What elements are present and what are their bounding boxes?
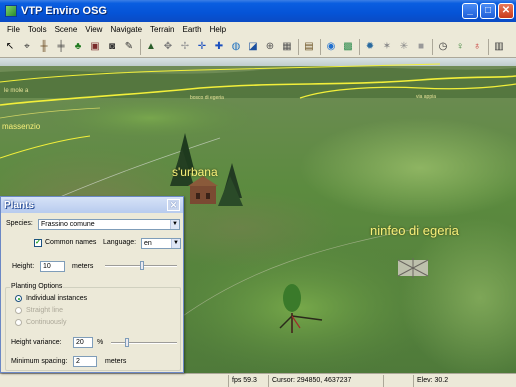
option-individual-label: Individual instances bbox=[26, 295, 88, 302]
status-cursor: Cursor: 294850, 4637237 bbox=[268, 375, 383, 387]
status-fps: fps 59.3 bbox=[228, 375, 268, 387]
toolbar-separator bbox=[359, 38, 360, 55]
plants-dialog-titlebar[interactable]: Plants ✕ bbox=[1, 197, 183, 213]
crosshair-icon[interactable]: ⌖ bbox=[20, 40, 34, 54]
lightbulb-icon[interactable]: ♁ bbox=[470, 40, 484, 54]
globe-icon[interactable]: ◍ bbox=[229, 40, 243, 54]
menu-view[interactable]: View bbox=[81, 25, 106, 34]
label-surbana: s'urbana bbox=[172, 165, 218, 179]
common-names-label: Common names bbox=[45, 239, 97, 246]
move-icon[interactable]: ✥ bbox=[161, 40, 175, 54]
menu-navigate[interactable]: Navigate bbox=[106, 25, 146, 34]
move-object-icon[interactable]: ✢ bbox=[178, 40, 192, 54]
menu-tools[interactable]: Tools bbox=[24, 25, 51, 34]
planting-options-label: Planting Options bbox=[10, 283, 64, 290]
map-view-icon[interactable]: ▩ bbox=[341, 40, 355, 54]
toolbar-separator bbox=[432, 38, 433, 55]
min-spacing-input[interactable]: 2 bbox=[73, 356, 97, 367]
pointer-icon[interactable]: ↖ bbox=[3, 40, 17, 54]
height-variance-label: Height variance: bbox=[11, 339, 62, 346]
height-label: Height: bbox=[12, 263, 35, 270]
option-straight-label: Straight line bbox=[26, 307, 63, 314]
tree-icon[interactable]: ♣ bbox=[71, 40, 85, 54]
label-massenzio: massenzio bbox=[2, 122, 41, 131]
species-dropdown[interactable]: Frassino comune ▼ bbox=[38, 219, 180, 230]
height-variance-slider-thumb[interactable] bbox=[125, 338, 129, 347]
chevron-down-icon: ▼ bbox=[171, 239, 180, 248]
sun-icon[interactable]: ✹ bbox=[363, 40, 377, 54]
min-spacing-label: Minimum spacing: bbox=[11, 358, 68, 365]
toolbar-separator bbox=[140, 38, 141, 55]
layers-icon[interactable]: ◪ bbox=[246, 40, 260, 54]
vertical-exag-icon[interactable]: ♀ bbox=[453, 40, 467, 54]
toolbar-separator bbox=[298, 38, 299, 55]
maximize-button[interactable]: □ bbox=[480, 3, 496, 19]
close-button[interactable]: ✕ bbox=[498, 3, 514, 19]
status-elevation: Elev: 30.2 bbox=[413, 375, 516, 387]
app-window: VTP Enviro OSG _ □ ✕ File Tools Scene Vi… bbox=[0, 0, 516, 387]
distant-hills bbox=[0, 67, 516, 98]
building-icon[interactable]: ▣ bbox=[88, 40, 102, 54]
height-slider-thumb[interactable] bbox=[140, 261, 144, 270]
language-dropdown[interactable]: en ▼ bbox=[141, 238, 181, 249]
navigate-icon[interactable]: ✛ bbox=[195, 40, 209, 54]
ruin-model bbox=[397, 258, 429, 278]
menu-earth[interactable]: Earth bbox=[179, 25, 206, 34]
height-unit: meters bbox=[72, 263, 94, 270]
tile-icon[interactable]: ▦ bbox=[280, 40, 294, 54]
app-title: VTP Enviro OSG bbox=[21, 5, 107, 17]
toolbar-separator bbox=[488, 38, 489, 55]
menu-terrain[interactable]: Terrain bbox=[146, 25, 178, 34]
menu-help[interactable]: Help bbox=[206, 25, 230, 34]
label-small-right: via appia bbox=[416, 94, 437, 100]
plants-close-button[interactable]: ✕ bbox=[167, 199, 180, 211]
height-variance-slider[interactable] bbox=[111, 342, 177, 344]
title-bar: VTP Enviro OSG _ □ ✕ bbox=[0, 0, 516, 22]
height-variance-input[interactable]: 20 bbox=[73, 337, 93, 348]
status-bar: fps 59.3 Cursor: 294850, 4637237 Elev: 3… bbox=[0, 373, 516, 387]
menu-file[interactable]: File bbox=[3, 25, 24, 34]
move-points-icon[interactable]: ⊕ bbox=[263, 40, 277, 54]
fence-icon[interactable]: ╫ bbox=[37, 40, 51, 54]
species-value: Frassino comune bbox=[41, 221, 95, 228]
globe-view-icon[interactable]: ◉ bbox=[324, 40, 338, 54]
terrain-patch bbox=[40, 93, 260, 143]
language-label: Language: bbox=[103, 239, 137, 246]
language-value: en bbox=[144, 240, 152, 247]
minimize-button[interactable]: _ bbox=[462, 3, 478, 19]
road-icon[interactable]: ╪ bbox=[54, 40, 68, 54]
height-input[interactable]: 10 bbox=[40, 261, 65, 272]
snowflake-icon[interactable]: ✳ bbox=[397, 40, 411, 54]
height-variance-unit: % bbox=[97, 339, 104, 346]
navigate-alt-icon[interactable]: ✚ bbox=[212, 40, 226, 54]
label-ninfeo: ninfeo di egeria bbox=[370, 223, 459, 238]
menu-scene[interactable]: Scene bbox=[51, 25, 82, 34]
grey-box-icon[interactable]: ■ bbox=[414, 40, 428, 54]
option-continuous-label: Continuously bbox=[26, 319, 67, 326]
radio-individual[interactable] bbox=[15, 295, 22, 302]
radio-straight[interactable] bbox=[15, 307, 22, 314]
label-small-left: le mole a bbox=[4, 88, 29, 94]
radio-continuous[interactable] bbox=[15, 319, 22, 326]
min-spacing-unit: meters bbox=[105, 358, 127, 365]
common-names-checkbox[interactable]: ✓ bbox=[34, 239, 42, 247]
plants-dialog: Plants ✕ Species: Frassino comune ▼ ✓ Co… bbox=[0, 196, 184, 373]
terrain-profile-icon[interactable]: ▲ bbox=[144, 40, 158, 54]
plants-dialog-title: Plants bbox=[4, 199, 35, 211]
spaceship-icon[interactable]: ✶ bbox=[380, 40, 394, 54]
paste-icon[interactable]: ▤ bbox=[302, 40, 316, 54]
app-icon bbox=[5, 5, 17, 17]
chart-icon[interactable]: ▥ bbox=[492, 40, 506, 54]
toolbar: ↖ ⌖ ╫ ╪ ♣ ▣ ◙ ✎ ▲ ✥ ✢ ✛ ✚ ◍ ◪ ⊕ ▦ ▤ ◉ ▩ … bbox=[0, 36, 516, 58]
camera-icon[interactable]: ◙ bbox=[105, 40, 119, 54]
pen-icon[interactable]: ✎ bbox=[122, 40, 136, 54]
menu-bar: File Tools Scene View Navigate Terrain E… bbox=[0, 22, 516, 36]
label-small-mid: bosco di egeria bbox=[190, 95, 224, 101]
chevron-down-icon: ▼ bbox=[170, 220, 179, 229]
species-label: Species: bbox=[6, 220, 33, 227]
clock-icon[interactable]: ◷ bbox=[436, 40, 450, 54]
status-empty bbox=[383, 375, 413, 387]
toolbar-separator bbox=[320, 38, 321, 55]
